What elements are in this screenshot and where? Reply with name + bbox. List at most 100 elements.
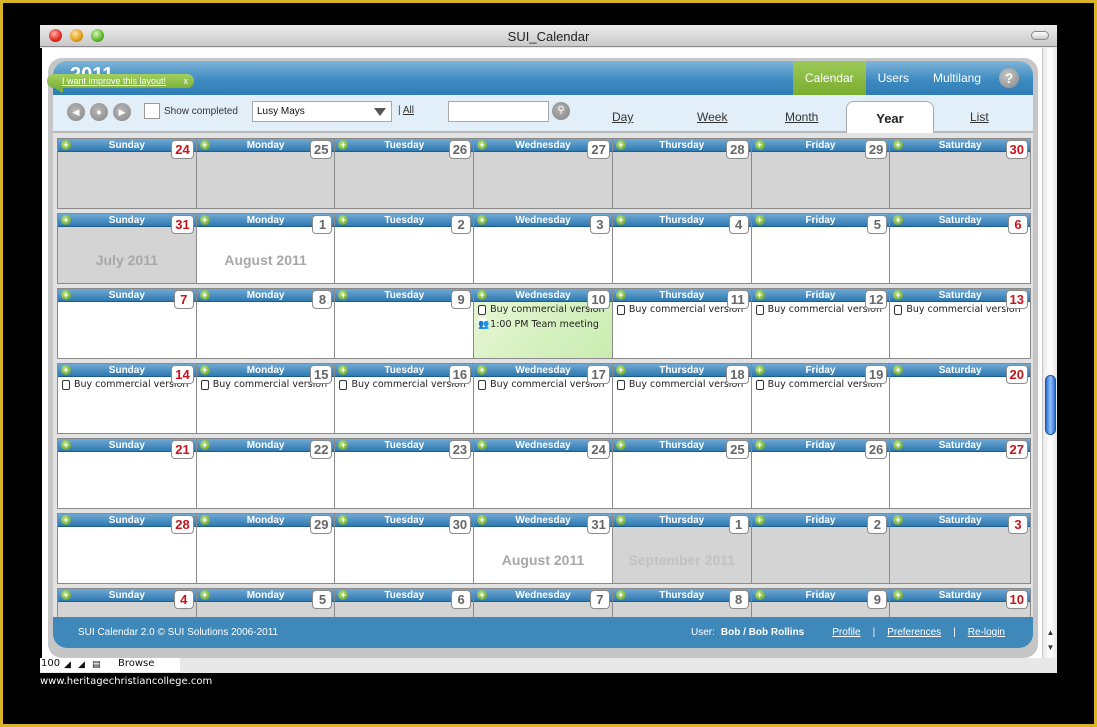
day-cell[interactable]: + Saturday 30 (890, 139, 1031, 208)
day-number[interactable]: 20 (1005, 365, 1029, 384)
add-event-icon[interactable]: + (199, 515, 210, 525)
day-number[interactable]: 23 (448, 440, 472, 459)
day-number[interactable]: 27 (587, 140, 610, 159)
day-cell[interactable]: + Saturday 13 Buy commercial version (890, 289, 1031, 358)
day-number[interactable]: 30 (1005, 140, 1029, 159)
add-event-icon[interactable]: + (893, 140, 904, 150)
day-cell[interactable]: + Tuesday 2 (335, 214, 475, 283)
add-event-icon[interactable]: + (893, 365, 904, 375)
help-icon[interactable]: ? (999, 68, 1019, 88)
day-cell[interactable]: + Tuesday 6 (335, 589, 475, 617)
day-number[interactable]: 24 (171, 140, 194, 159)
day-number[interactable]: 25 (309, 140, 333, 159)
day-number[interactable]: 17 (587, 365, 610, 384)
next-arrow-icon[interactable]: ▶ (113, 103, 131, 121)
add-event-icon[interactable]: + (61, 215, 71, 225)
add-event-icon[interactable]: + (754, 215, 765, 225)
day-cell[interactable]: + Sunday 28 (58, 514, 197, 583)
add-event-icon[interactable]: + (754, 440, 765, 450)
day-cell[interactable]: + Monday 1 August 2011 (196, 214, 336, 283)
day-cell[interactable]: + Monday 5 (196, 589, 336, 617)
toolbar-toggle-button[interactable] (1031, 31, 1049, 40)
user-select[interactable]: Lusy Mays (252, 101, 392, 122)
day-cell[interactable]: + Friday 9 (751, 589, 891, 617)
day-number[interactable]: 31 (587, 515, 610, 534)
day-number[interactable]: 2 (867, 515, 888, 534)
day-number[interactable]: 5 (867, 215, 888, 234)
nav-multilang[interactable]: Multilang (921, 61, 993, 95)
day-cell[interactable]: + Monday 29 (196, 514, 336, 583)
day-number[interactable]: 25 (726, 440, 749, 459)
day-number[interactable]: 10 (587, 290, 610, 309)
day-number[interactable]: 4 (728, 215, 749, 234)
day-number[interactable]: 8 (312, 290, 333, 309)
day-number[interactable]: 29 (309, 515, 333, 534)
add-event-icon[interactable]: + (615, 515, 626, 525)
day-cell[interactable]: + Wednesday 31 August 2011 (474, 514, 613, 583)
add-event-icon[interactable]: + (893, 440, 904, 450)
feedback-link[interactable]: I want improve this layout! (62, 76, 166, 86)
day-number[interactable]: 7 (173, 290, 194, 309)
add-event-icon[interactable]: + (754, 590, 765, 600)
day-number[interactable]: 11 (726, 290, 749, 309)
add-event-icon[interactable]: + (615, 365, 626, 375)
scroll-up-arrow-icon[interactable]: ▲ (1043, 626, 1058, 640)
day-number[interactable]: 19 (864, 365, 888, 384)
tab-list[interactable]: List (970, 110, 989, 124)
day-cell[interactable]: + Tuesday 23 (335, 439, 475, 508)
nav-calendar[interactable]: Calendar (792, 61, 866, 95)
day-number[interactable]: 26 (448, 140, 472, 159)
day-cell[interactable]: + Thursday 11 Buy commercial version (612, 289, 752, 358)
add-event-icon[interactable]: + (199, 290, 210, 300)
add-event-icon[interactable]: + (61, 515, 71, 525)
day-cell[interactable]: + Wednesday 24 (474, 439, 613, 508)
day-number[interactable]: 29 (864, 140, 888, 159)
add-event-icon[interactable]: + (199, 365, 210, 375)
preferences-link[interactable]: Preferences (887, 627, 941, 638)
day-cell[interactable]: + Thursday 18 Buy commercial version (612, 364, 752, 433)
add-event-icon[interactable]: + (893, 515, 904, 525)
add-event-icon[interactable]: + (338, 590, 349, 600)
add-event-icon[interactable]: + (61, 590, 71, 600)
add-event-icon[interactable]: + (338, 140, 349, 150)
add-event-icon[interactable]: + (754, 365, 765, 375)
day-number[interactable]: 22 (309, 440, 333, 459)
add-event-icon[interactable]: + (477, 440, 488, 450)
day-cell[interactable]: + Thursday 8 (612, 589, 752, 617)
day-cell[interactable]: + Friday 2 (751, 514, 891, 583)
today-dot-icon[interactable]: ● (90, 103, 108, 121)
add-event-icon[interactable]: + (615, 290, 626, 300)
day-number[interactable]: 12 (864, 290, 888, 309)
add-event-icon[interactable]: + (61, 440, 71, 450)
zoom-in-icon[interactable]: ◢ (78, 660, 85, 670)
relogin-link[interactable]: Re-login (968, 627, 1005, 638)
add-event-icon[interactable]: + (754, 140, 765, 150)
day-cell[interactable]: + Thursday 28 (612, 139, 752, 208)
day-number[interactable]: 6 (451, 590, 472, 609)
day-number[interactable]: 3 (1008, 515, 1029, 534)
day-number[interactable]: 9 (867, 590, 888, 609)
tab-week[interactable]: Week (697, 110, 727, 124)
day-number[interactable]: 1 (728, 515, 749, 534)
scroll-down-arrow-icon[interactable]: ▼ (1043, 641, 1058, 655)
day-number[interactable]: 28 (171, 515, 194, 534)
add-event-icon[interactable]: + (615, 140, 626, 150)
add-event-icon[interactable]: + (61, 290, 71, 300)
add-event-icon[interactable]: + (338, 365, 349, 375)
add-event-icon[interactable]: + (477, 215, 488, 225)
day-number[interactable]: 28 (726, 140, 749, 159)
add-event-icon[interactable]: + (61, 365, 71, 375)
zoom-out-icon[interactable]: ◢ (64, 660, 71, 670)
day-number[interactable]: 8 (728, 590, 749, 609)
meeting-event[interactable]: 👥 1:00 PM Team meeting (474, 318, 612, 332)
day-number[interactable]: 16 (448, 365, 472, 384)
nav-users[interactable]: Users (866, 61, 921, 95)
add-event-icon[interactable]: + (615, 590, 626, 600)
add-event-icon[interactable]: + (893, 290, 904, 300)
add-event-icon[interactable]: + (477, 515, 488, 525)
day-number[interactable]: 9 (451, 290, 472, 309)
day-cell[interactable]: + Tuesday 9 (335, 289, 475, 358)
add-event-icon[interactable]: + (615, 440, 626, 450)
day-cell[interactable]: + Monday 15 Buy commercial version (196, 364, 336, 433)
day-cell[interactable]: + Thursday 4 (612, 214, 752, 283)
